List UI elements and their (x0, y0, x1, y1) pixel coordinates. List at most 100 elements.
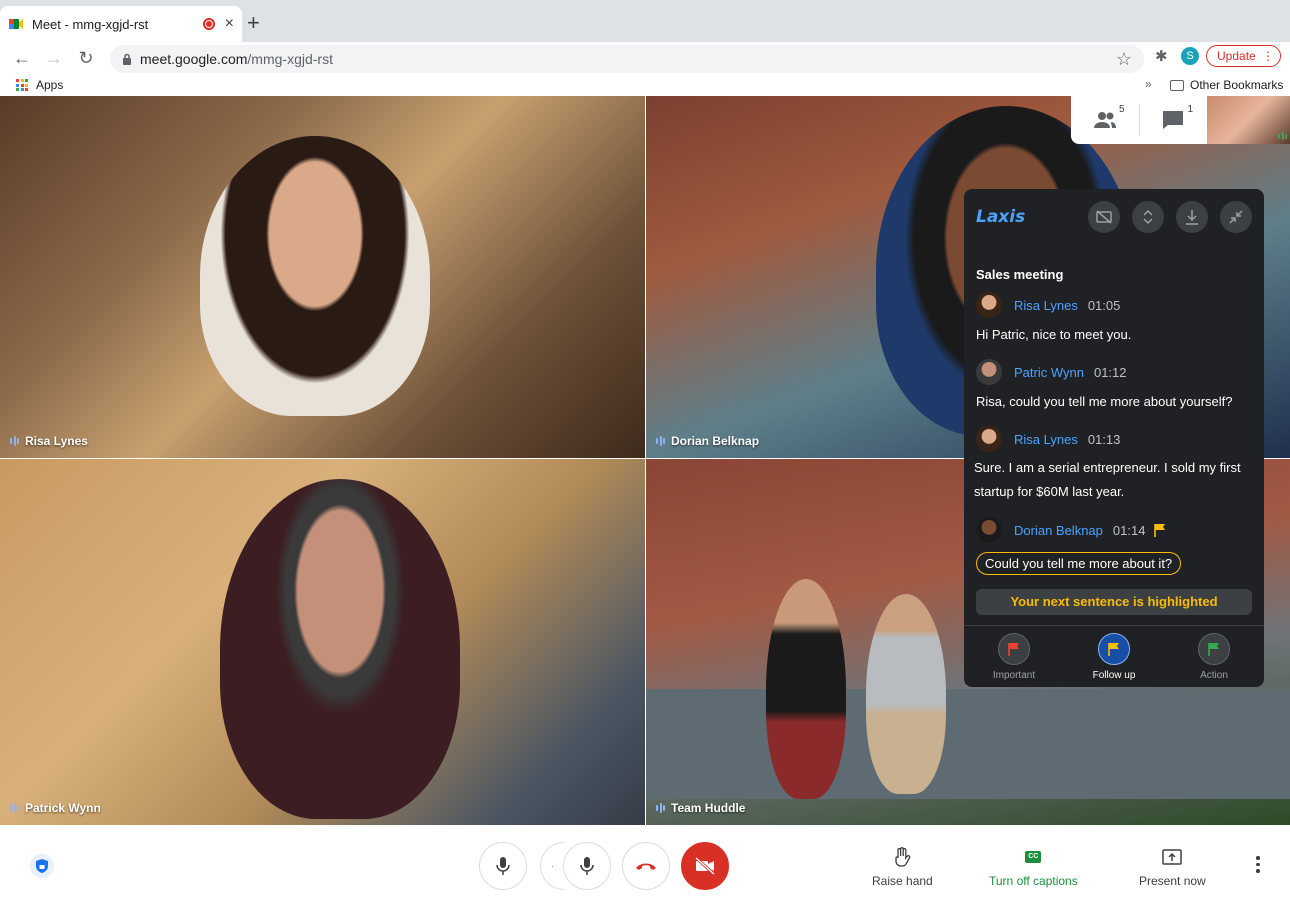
apps-grid-icon (16, 79, 28, 91)
captions-button[interactable]: CC Turn off captions (989, 846, 1078, 888)
security-shield-icon[interactable] (30, 854, 54, 878)
collapse-button[interactable] (1220, 201, 1252, 233)
address-bar[interactable]: meet.google.com/mmg-xgjd-rst ☆ (110, 45, 1144, 73)
download-button[interactable] (1176, 201, 1208, 233)
browser-menu-icon: ⋮ (1262, 49, 1274, 63)
transcript-text: Hi Patric, nice to meet you. (976, 327, 1132, 342)
participant-video (766, 579, 846, 799)
forward-icon[interactable]: → (44, 48, 64, 68)
hand-icon (893, 846, 911, 868)
lock-icon (123, 53, 131, 65)
avatar (976, 426, 1002, 452)
audio-settings-button[interactable]: · (540, 842, 564, 890)
recording-icon (202, 18, 215, 30)
tile-name: Dorian Belknap (656, 434, 759, 448)
participant-video (866, 594, 946, 794)
speaking-indicator-icon (1278, 132, 1287, 140)
self-view-video[interactable] (1207, 96, 1290, 144)
speaker-name[interactable]: Patric Wynn (1014, 365, 1084, 380)
toolbar: ← → ↻ meet.google.com/mmg-xgjd-rst ☆ ✱ S… (0, 42, 1290, 74)
follow-up-tag-button[interactable]: Follow up (1074, 633, 1154, 681)
bookmarks-overflow-button[interactable]: » (1145, 77, 1152, 91)
captions-icon: CC (1025, 851, 1042, 863)
chat-icon (1163, 111, 1184, 129)
important-tag-button[interactable]: Important (974, 633, 1054, 681)
other-bookmarks[interactable]: Other Bookmarks (1170, 78, 1283, 92)
raise-hand-button[interactable]: Raise hand (872, 846, 933, 888)
video-tile-patrick[interactable]: Patrick Wynn (0, 459, 645, 825)
yellow-flag-icon (1108, 643, 1119, 656)
bookmark-star-icon[interactable]: ☆ (1116, 49, 1132, 70)
apps-bookmark[interactable]: Apps (16, 78, 63, 92)
apps-label: Apps (36, 78, 64, 92)
laxis-panel: Laxis Sales meeting Risa Lynes 01:05 Hi … (964, 189, 1264, 687)
transcript-entry-header: Risa Lynes 01:13 (976, 426, 1120, 452)
meet-favicon-icon (8, 16, 24, 32)
divider (964, 625, 1264, 626)
participants-count: 5 (1118, 104, 1125, 115)
avatar (976, 517, 1002, 543)
update-button[interactable]: Update ⋮ (1206, 45, 1281, 67)
hide-video-button[interactable] (1088, 201, 1120, 233)
speaker-name[interactable]: Risa Lynes (1014, 298, 1078, 313)
speaker-name[interactable]: Dorian Belknap (1014, 523, 1103, 538)
tag-circle (1198, 633, 1230, 665)
meeting-title: Sales meeting (976, 267, 1064, 282)
tag-circle (1098, 633, 1130, 665)
tag-circle (998, 633, 1030, 665)
participants-button[interactable]: 5 (1071, 96, 1139, 144)
browser-tab[interactable]: Meet - mmg-xgjd-rst × (0, 6, 242, 42)
video-tile-risa[interactable]: Risa Lynes (0, 96, 645, 458)
microphone-secondary-button[interactable] (563, 842, 611, 890)
camera-off-button[interactable] (681, 842, 729, 890)
participant-video (220, 479, 460, 819)
tile-name-label: Patrick Wynn (25, 801, 101, 815)
transcript-entry-header: Patric Wynn 01:12 (976, 359, 1127, 385)
speaker-name[interactable]: Risa Lynes (1014, 432, 1078, 447)
present-now-label: Present now (1139, 874, 1206, 888)
camera-off-icon (695, 857, 715, 875)
speaking-indicator-icon (656, 803, 665, 813)
chat-count: 1 (1187, 104, 1193, 115)
hang-up-icon (636, 863, 656, 870)
green-flag-icon (1208, 643, 1219, 656)
leave-call-button[interactable] (622, 842, 670, 890)
tab-close-button[interactable]: × (225, 15, 234, 33)
microphone-button[interactable] (479, 842, 527, 890)
tab-title: Meet - mmg-xgjd-rst (32, 16, 149, 32)
action-tag-button[interactable]: Action (1174, 633, 1254, 681)
extensions-icon[interactable]: ✱ (1155, 47, 1168, 65)
people-icon (1093, 112, 1116, 128)
participant-video (200, 136, 430, 416)
meeting-control-bar: · Raise hand CC Turn off captions Presen… (0, 828, 1290, 904)
meet-stage: Risa Lynes Dorian Belknap Patrick Wynn T… (0, 96, 1290, 904)
update-label: Update (1217, 49, 1256, 63)
follow-up-flag-icon (1154, 524, 1166, 537)
reload-icon[interactable]: ↻ (76, 48, 96, 68)
timestamp: 01:05 (1087, 297, 1121, 313)
transcript-entry-header: Dorian Belknap 01:14 (976, 517, 1167, 543)
profile-avatar[interactable]: S (1181, 47, 1199, 65)
chat-button[interactable]: 1 (1140, 96, 1208, 144)
timestamp: 01:14 (1112, 522, 1146, 538)
raise-hand-label: Raise hand (872, 874, 933, 888)
back-icon[interactable]: ← (12, 48, 32, 68)
browser-tab-strip: Meet - mmg-xgjd-rst × + (0, 0, 1290, 42)
url-path: /mmg-xgjd-rst (247, 51, 333, 67)
new-tab-button[interactable]: + (247, 12, 260, 34)
present-now-button[interactable]: Present now (1139, 846, 1206, 888)
url-host: meet.google.com (140, 51, 248, 67)
bookmarks-bar: Apps » Other Bookmarks (0, 74, 1290, 96)
more-options-icon[interactable] (1256, 856, 1260, 873)
captions-label: Turn off captions (989, 874, 1078, 888)
laxis-logo: Laxis (976, 207, 1026, 227)
next-sentence-banner: Your next sentence is highlighted (976, 589, 1252, 615)
expand-vertical-button[interactable] (1132, 201, 1164, 233)
highlighted-transcript-text[interactable]: Could you tell me more about it? (976, 552, 1182, 575)
avatar (976, 359, 1002, 385)
red-flag-icon (1008, 643, 1019, 656)
dot-icon: · (551, 861, 554, 871)
transcript-text: Sure. I am a serial entrepreneur. I sold… (974, 460, 1241, 499)
sofa (646, 689, 1290, 799)
transcript-entry-header: Risa Lynes 01:05 (976, 292, 1120, 318)
